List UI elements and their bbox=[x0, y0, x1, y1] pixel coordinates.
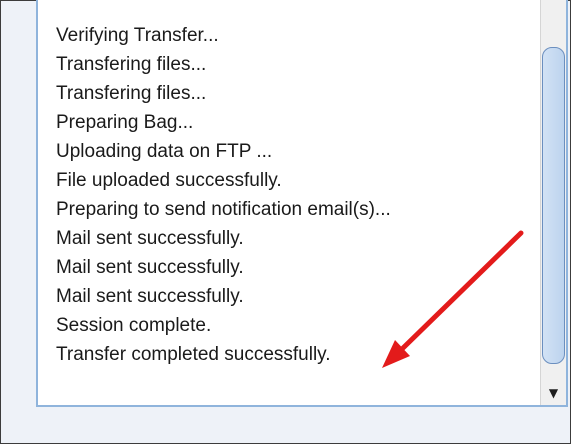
log-line-transfer-completed: Transfer completed successfully. bbox=[56, 344, 331, 365]
log-line: Uploading data on FTP ... bbox=[56, 141, 273, 162]
log-line: Mail sent successfully. bbox=[56, 228, 244, 249]
scrollbar-thumb[interactable] bbox=[542, 47, 565, 364]
log-line: Transfering files... bbox=[56, 54, 207, 75]
log-line: Preparing to send notification email(s).… bbox=[56, 199, 391, 220]
down-arrow-icon: ▼ bbox=[548, 386, 559, 400]
log-line: Mail sent successfully. bbox=[56, 286, 244, 307]
log-line: Verifying Transfer... bbox=[56, 25, 219, 46]
scroll-down-button[interactable]: ▼ bbox=[541, 381, 566, 405]
log-line: File uploaded successfully. bbox=[56, 170, 282, 191]
transfer-window: Verifying Transfer... Transfering files.… bbox=[0, 0, 571, 444]
log-line: Mail sent successfully. bbox=[56, 257, 244, 278]
vertical-scrollbar[interactable]: ▼ bbox=[540, 0, 566, 405]
transfer-log-panel: Verifying Transfer... Transfering files.… bbox=[36, 0, 568, 407]
log-line: Preparing Bag... bbox=[56, 112, 194, 133]
transfer-log-list: Verifying Transfer... Transfering files.… bbox=[56, 21, 391, 369]
log-line: Session complete. bbox=[56, 315, 212, 336]
log-line: Transfering files... bbox=[56, 83, 207, 104]
